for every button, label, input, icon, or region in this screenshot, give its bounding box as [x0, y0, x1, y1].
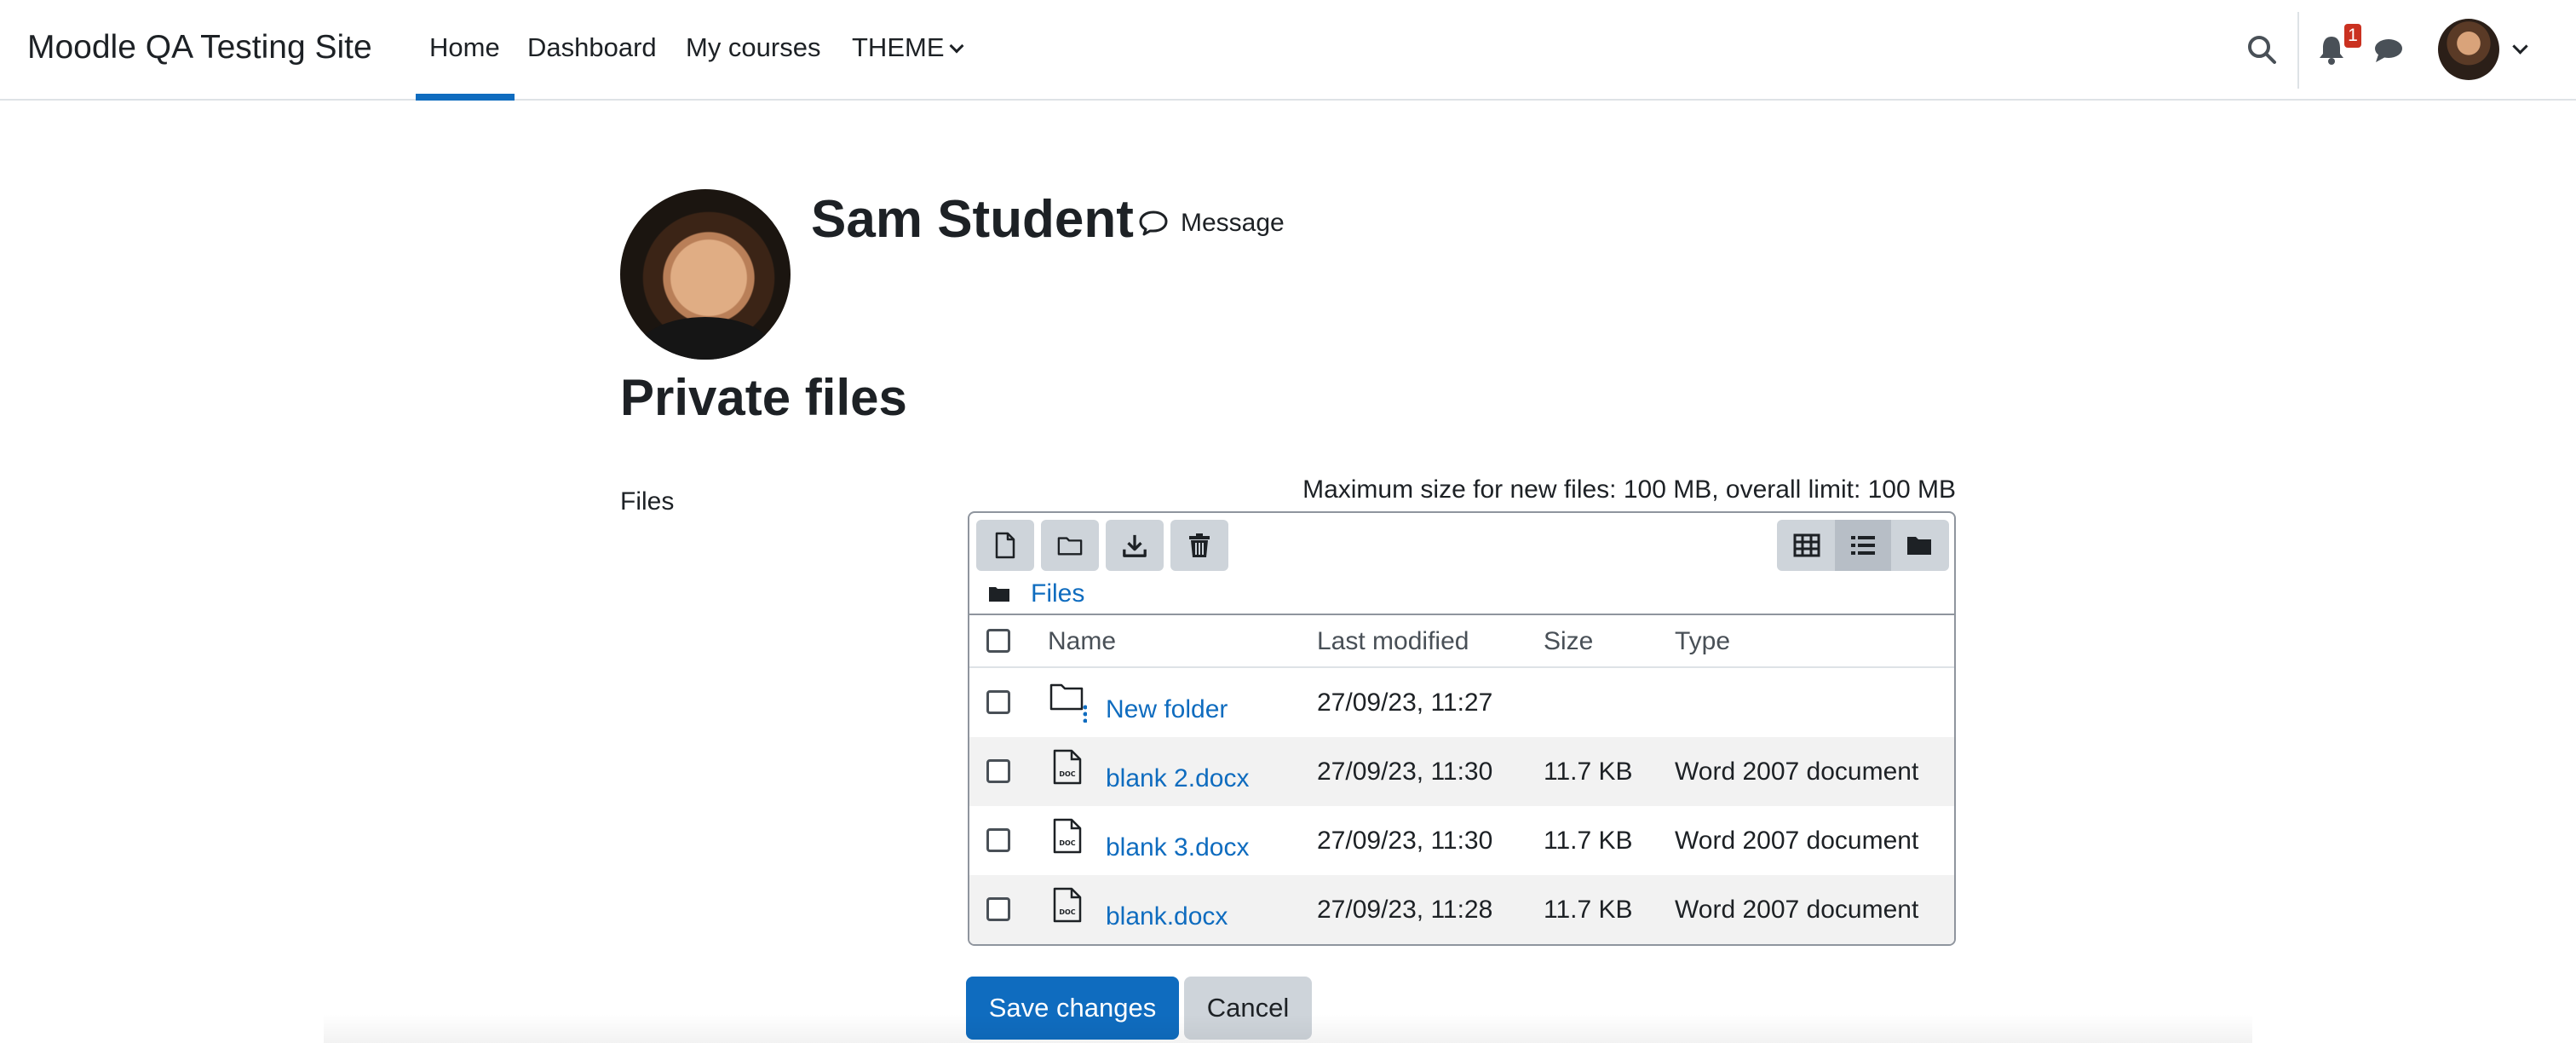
list-view-button[interactable]: [1835, 520, 1891, 571]
table-row[interactable]: New folder 27/09/23, 11:27: [969, 668, 1954, 737]
breadcrumb: Files: [969, 573, 1954, 615]
notification-badge: 1: [2344, 24, 2361, 48]
add-file-button[interactable]: [976, 520, 1034, 571]
folder-icon: [1057, 537, 1083, 556]
save-changes-button[interactable]: Save changes: [966, 977, 1179, 1040]
table-row[interactable]: DOC blank.docx 27/09/23, 11:28 11.7 KB W…: [969, 875, 1954, 944]
breadcrumb-files-link[interactable]: Files: [1031, 579, 1084, 608]
svg-text:DOC: DOC: [1059, 839, 1075, 847]
page-title: Private files: [620, 369, 907, 426]
file-name-link[interactable]: blank.docx: [1106, 902, 1228, 931]
file-name-link[interactable]: blank 3.docx: [1106, 833, 1249, 862]
column-size[interactable]: Size: [1544, 627, 1593, 656]
delete-button[interactable]: [1170, 520, 1228, 571]
top-navbar: Moodle QA Testing Site Home Dashboard My…: [0, 0, 2576, 101]
list-view-icon: [1851, 536, 1875, 555]
user-menu[interactable]: [2438, 19, 2532, 82]
table-row[interactable]: DOC blank 2.docx 27/09/23, 11:30 11.7 KB…: [969, 737, 1954, 806]
chevron-down-icon: [949, 38, 963, 54]
table-header: Name Last modified Size Type: [969, 614, 1954, 668]
message-icon: [1139, 210, 1168, 236]
grid-view-icon: [1793, 533, 1820, 557]
column-last-modified[interactable]: Last modified: [1317, 627, 1469, 656]
max-size-info: Maximum size for new files: 100 MB, over…: [1302, 475, 1956, 504]
row-checkbox[interactable]: [986, 690, 1010, 714]
file-modified: 27/09/23, 11:27: [1317, 689, 1493, 717]
doc-icon: DOC: [1053, 749, 1082, 785]
file-type: Word 2007 document: [1675, 896, 1919, 924]
chevron-down-icon: [2512, 38, 2528, 55]
cancel-button[interactable]: Cancel: [1184, 977, 1312, 1040]
file-name-link[interactable]: New folder: [1106, 695, 1228, 724]
message-label: Message: [1181, 209, 1285, 237]
download-icon: [1123, 534, 1147, 557]
column-name[interactable]: Name: [1048, 627, 1116, 656]
folder-icon: [1049, 683, 1087, 723]
row-checkbox[interactable]: [986, 759, 1010, 783]
row-checkbox[interactable]: [986, 897, 1010, 921]
nav-dashboard[interactable]: Dashboard: [527, 32, 657, 63]
bell-icon[interactable]: [2317, 34, 2346, 65]
column-type[interactable]: Type: [1675, 627, 1730, 656]
view-switcher: [1777, 520, 1949, 571]
select-all-checkbox[interactable]: [986, 629, 1010, 653]
file-modified: 27/09/23, 11:30: [1317, 827, 1493, 855]
message-button[interactable]: Message: [1138, 205, 1285, 242]
nav-my-courses[interactable]: My courses: [686, 32, 820, 63]
profile-name: Sam Student: [811, 190, 1134, 249]
file-size: 11.7 KB: [1544, 896, 1633, 924]
file-modified: 27/09/23, 11:30: [1317, 758, 1493, 786]
file-type: Word 2007 document: [1675, 758, 1919, 786]
file-type: Word 2007 document: [1675, 827, 1919, 855]
site-brand[interactable]: Moodle QA Testing Site: [27, 29, 372, 66]
search-icon[interactable]: [2246, 34, 2277, 65]
folder-icon: [989, 587, 1009, 602]
svg-text:DOC: DOC: [1059, 770, 1075, 778]
tree-view-button[interactable]: [1891, 520, 1947, 571]
doc-icon: DOC: [1053, 818, 1082, 854]
trash-icon: [1189, 533, 1210, 557]
grid-view-button[interactable]: [1779, 520, 1835, 571]
nav-home[interactable]: Home: [429, 32, 500, 63]
nav-theme-dropdown[interactable]: THEME: [852, 32, 963, 63]
files-field-label: Files: [620, 487, 675, 516]
download-button[interactable]: [1106, 520, 1164, 571]
tree-view-icon: [1907, 537, 1931, 555]
profile-avatar: [620, 189, 791, 360]
doc-icon: DOC: [1053, 887, 1082, 923]
row-checkbox[interactable]: [986, 828, 1010, 852]
create-folder-button[interactable]: [1041, 520, 1099, 571]
file-size: 11.7 KB: [1544, 827, 1633, 855]
file-name-link[interactable]: blank 2.docx: [1106, 764, 1249, 793]
navbar-divider: [2297, 12, 2299, 89]
chat-icon[interactable]: [2373, 37, 2404, 63]
nav-active-indicator: [416, 94, 515, 101]
file-icon: [995, 532, 1015, 559]
table-row[interactable]: DOC blank 3.docx 27/09/23, 11:30 11.7 KB…: [969, 806, 1954, 875]
file-size: 11.7 KB: [1544, 758, 1633, 786]
nav-theme-label: THEME: [852, 32, 945, 62]
file-modified: 27/09/23, 11:28: [1317, 896, 1493, 924]
file-list-table: Name Last modified Size Type New folder …: [969, 614, 1954, 944]
svg-text:DOC: DOC: [1059, 908, 1075, 916]
file-manager: Files Name Last modified Size Type New f…: [968, 511, 1956, 946]
avatar: [2438, 19, 2499, 80]
